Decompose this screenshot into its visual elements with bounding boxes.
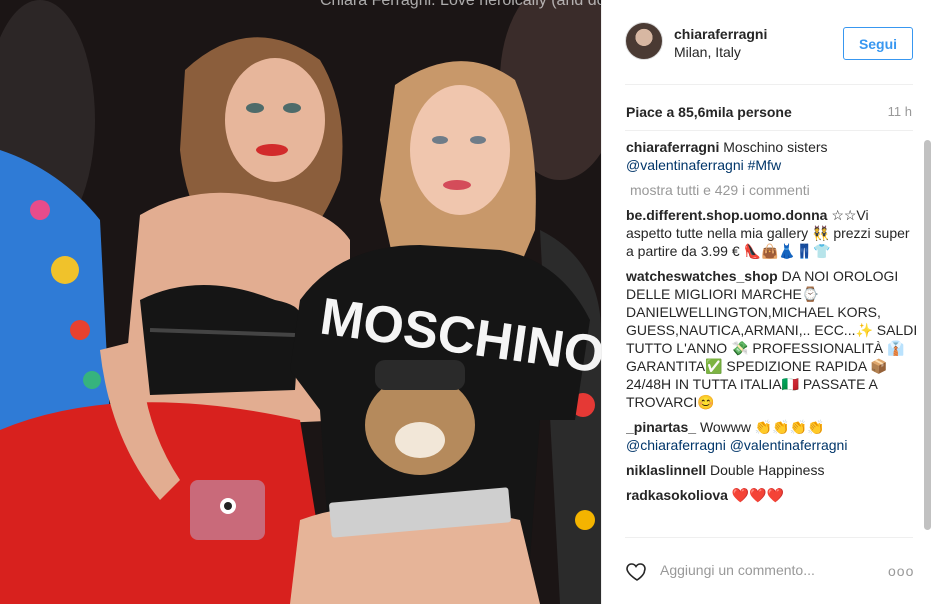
divider <box>625 130 913 131</box>
photo-illustration: MOSCHINO <box>0 0 601 604</box>
post-details-panel: chiaraferragni Milan, Italy Segui Piace … <box>601 0 936 604</box>
comment-text: DA NOI OROLOGI DELLE MIGLIORI MARCHE⌚DAN… <box>626 268 918 410</box>
comment-text: ❤️❤️❤️ <box>731 487 785 503</box>
comment-item: be.different.shop.uomo.donna ☆☆Vi aspett… <box>626 206 918 260</box>
comment-user[interactable]: _pinartas_ <box>626 419 696 435</box>
caption-user[interactable]: chiaraferragni <box>626 139 719 155</box>
comments-list: chiaraferragni Moschino sisters @valenti… <box>626 138 918 536</box>
comments-scrollbar[interactable] <box>921 138 933 534</box>
caption-text: Moschino sisters <box>723 139 828 155</box>
follow-button[interactable]: Segui <box>843 27 913 60</box>
caption: chiaraferragni Moschino sisters @valenti… <box>626 138 918 174</box>
heart-outline-icon[interactable] <box>625 559 649 583</box>
divider <box>625 84 913 85</box>
post-time[interactable]: 11 h <box>888 104 912 119</box>
comment-user[interactable]: radkasokoliova <box>626 487 728 503</box>
comment-mentions[interactable]: @chiaraferragni @valentinaferragni <box>626 436 918 454</box>
avatar[interactable] <box>625 22 663 60</box>
comment-text: Wowww 👏👏👏👏 <box>699 419 825 435</box>
post-header: chiaraferragni Milan, Italy Segui <box>602 0 936 84</box>
caption-mentions[interactable]: @valentinaferragni #Mfw <box>626 156 918 174</box>
location-link[interactable]: Milan, Italy <box>674 44 741 60</box>
comment-item: watcheswatches_shop DA NOI OROLOGI DELLE… <box>626 267 918 411</box>
comment-user[interactable]: niklaslinnell <box>626 462 706 478</box>
comment-user[interactable]: be.different.shop.uomo.donna <box>626 207 827 223</box>
comment-item: niklaslinnell Double Happiness <box>626 461 918 479</box>
post-photo[interactable]: MOSCHINO Chiara Ferragni. Love heroicall… <box>0 0 601 604</box>
photo-overlay-text: Chiara Ferragni. Love heroically (and do… <box>320 0 601 9</box>
comment-item: radkasokoliova ❤️❤️❤️ <box>626 486 918 504</box>
scrollbar-thumb[interactable] <box>924 140 931 530</box>
likes-count[interactable]: Piace a 85,6mila persone <box>626 104 792 120</box>
comment-user[interactable]: watcheswatches_shop <box>626 268 778 284</box>
view-all-comments-link[interactable]: mostra tutti e 429 i commenti <box>630 181 918 199</box>
more-options-icon[interactable]: ooo <box>888 563 914 579</box>
username-link[interactable]: chiaraferragni <box>674 26 767 42</box>
divider <box>625 537 913 538</box>
comment-item: _pinartas_ Wowww 👏👏👏👏 @chiaraferragni @v… <box>626 418 918 454</box>
comment-text: Double Happiness <box>710 462 825 478</box>
comment-input[interactable] <box>660 557 870 583</box>
